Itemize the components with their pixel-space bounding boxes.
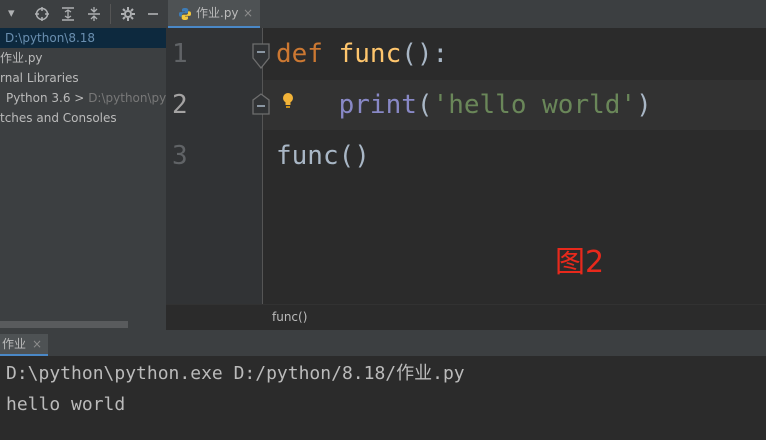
breadcrumb-bar	[166, 304, 766, 331]
tree-item-label: D:\python\8.18	[5, 31, 96, 45]
line-number: 3	[172, 141, 188, 171]
gear-icon[interactable]	[120, 6, 136, 27]
project-toolbar: ▾	[0, 0, 166, 29]
toolbar-divider	[110, 4, 111, 24]
tab-label: 作业.py	[196, 6, 239, 20]
code-token: print	[338, 90, 417, 120]
close-icon[interactable]: ×	[32, 337, 42, 351]
expand-all-icon[interactable]	[60, 6, 76, 27]
project-horizontal-scrollbar[interactable]	[0, 321, 128, 328]
locate-icon[interactable]	[34, 6, 50, 27]
tree-item-label: Python 3.6 >	[6, 91, 89, 105]
line-number: 1	[172, 39, 188, 69]
tree-item-scratches[interactable]: tches and Consoles	[0, 108, 166, 128]
code-token: func	[338, 39, 402, 69]
console-line: D:\python\python.exe D:/python/8.18/作业.p…	[6, 363, 465, 384]
figure-annotation: 图2	[555, 245, 605, 280]
code-line-3: func()	[276, 131, 370, 181]
tree-item-hint: D:\python\pyth	[88, 91, 166, 105]
code-token: (	[416, 90, 433, 120]
code-line-2: print('hello world')	[276, 80, 652, 130]
tree-item-project-root[interactable]: D:\python\8.18	[0, 28, 166, 48]
collapse-all-icon[interactable]	[86, 6, 102, 27]
line-number: 2	[172, 90, 188, 120]
console-line: hello world	[6, 394, 126, 415]
tree-item-python-sdk[interactable]: Python 3.6 > D:\python\pyth	[0, 88, 166, 108]
tree-item-label: rnal Libraries	[0, 71, 79, 85]
tree-item-label: tches and Consoles	[0, 111, 117, 125]
code-line-1: def func():	[276, 29, 448, 79]
fold-collapse-icon[interactable]	[251, 43, 271, 70]
code-token: func()	[276, 141, 370, 171]
code-token: def	[276, 39, 323, 69]
fold-end-icon[interactable]	[251, 93, 271, 115]
gutter-divider	[262, 28, 263, 304]
minimize-icon[interactable]	[146, 6, 160, 27]
breadcrumb[interactable]: func()	[272, 310, 307, 324]
code-token: )	[636, 90, 652, 120]
tree-item-label: 作业.py	[0, 51, 43, 65]
code-token: ():	[401, 39, 449, 69]
tree-item-file[interactable]: 作业.py	[0, 48, 166, 68]
dropdown-arrow-icon[interactable]: ▾	[8, 6, 15, 22]
code-token: 'hello world'	[432, 90, 637, 120]
close-icon[interactable]: ×	[243, 6, 253, 20]
tree-item-external-libraries[interactable]: rnal Libraries	[0, 68, 166, 88]
python-file-icon	[178, 6, 192, 20]
run-tab-bar	[0, 334, 766, 357]
run-tab-label: 作业	[2, 337, 27, 351]
